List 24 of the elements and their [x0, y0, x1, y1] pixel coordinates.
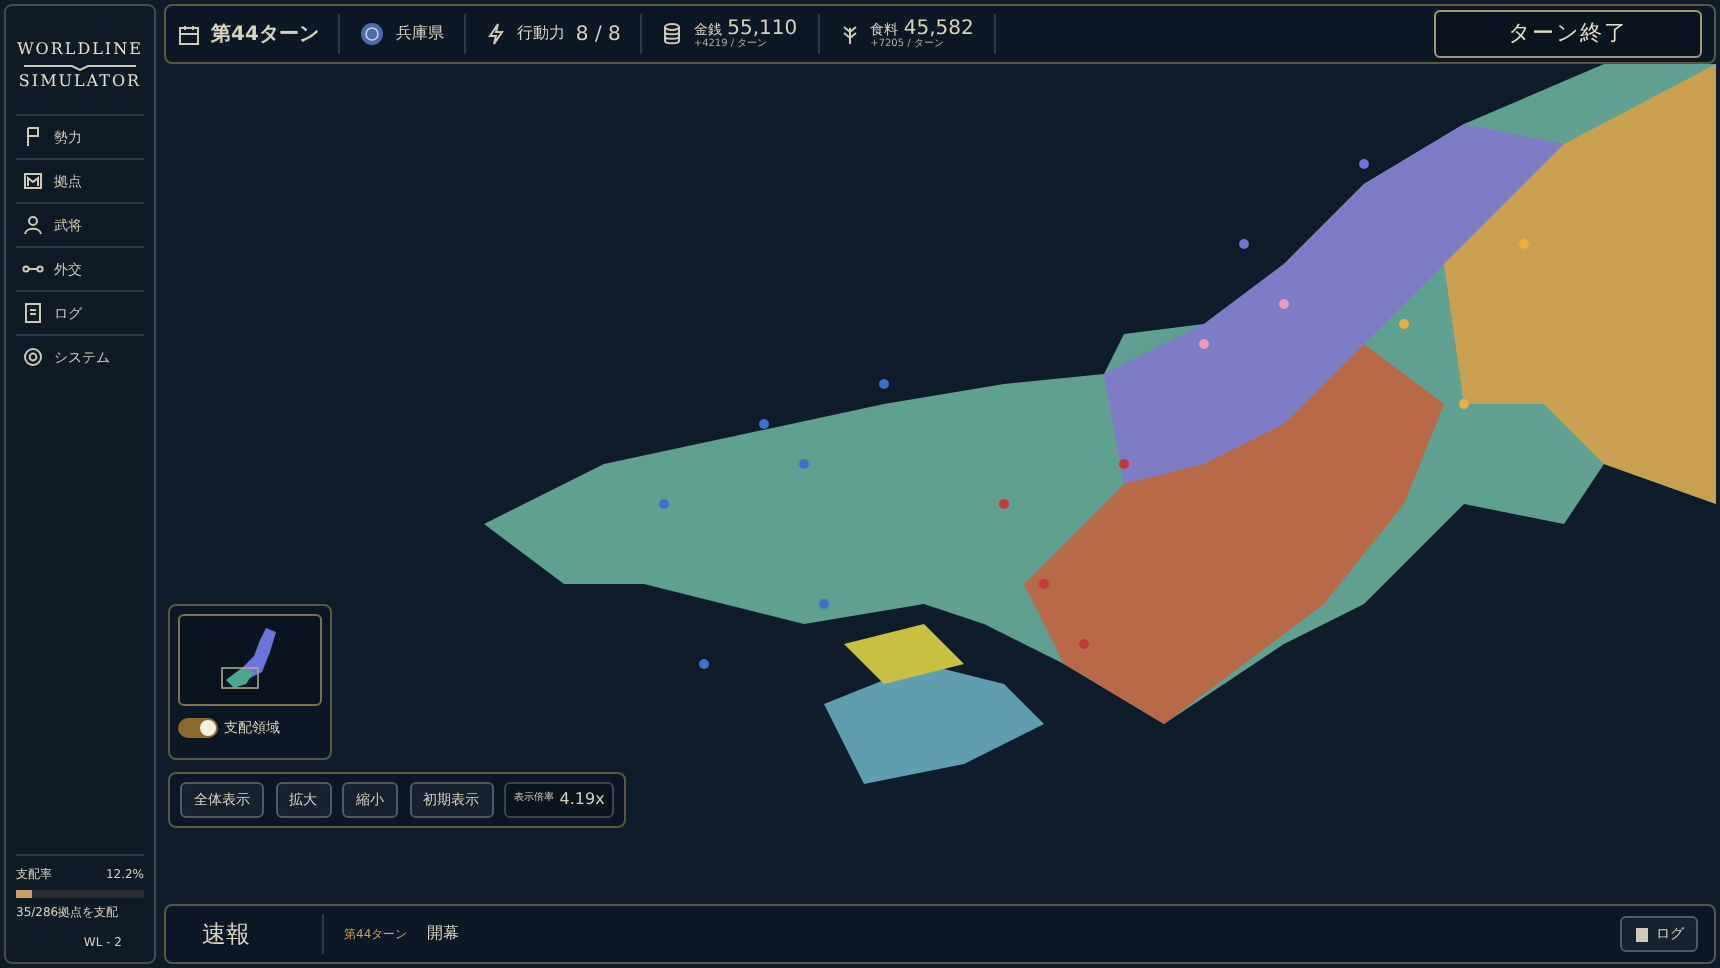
resource-value: 45,582 [903, 17, 974, 40]
province-text: 兵庫県 [395, 22, 444, 46]
news-title: 速報 [202, 918, 252, 952]
settings-icon [22, 346, 44, 369]
logo-divider-icon [20, 59, 140, 72]
flag-icon [22, 126, 44, 149]
lightning-icon [485, 22, 506, 46]
calendar-icon [178, 23, 200, 45]
scale-value: 4.19x [559, 787, 605, 812]
resource-value: 55,110 [727, 17, 798, 40]
turn-text: 第44ターン [211, 21, 319, 49]
emblem-icon [360, 22, 385, 46]
logo-text: SIMULATOR [16, 71, 144, 93]
news-message: 開幕 [427, 922, 460, 946]
toggle-switch[interactable] [178, 717, 218, 738]
logo-text: WORLDLINE [16, 39, 144, 60]
person-icon [22, 214, 44, 237]
end-turn-button[interactable]: ターン終了 [1434, 9, 1702, 59]
coins-icon [662, 22, 683, 46]
map-drawing[interactable] [484, 64, 1716, 784]
action-label: 行動力 [516, 22, 565, 46]
castle-icon [22, 170, 44, 193]
wheat-icon [839, 22, 860, 46]
action-value: 8 / 8 [575, 21, 621, 49]
